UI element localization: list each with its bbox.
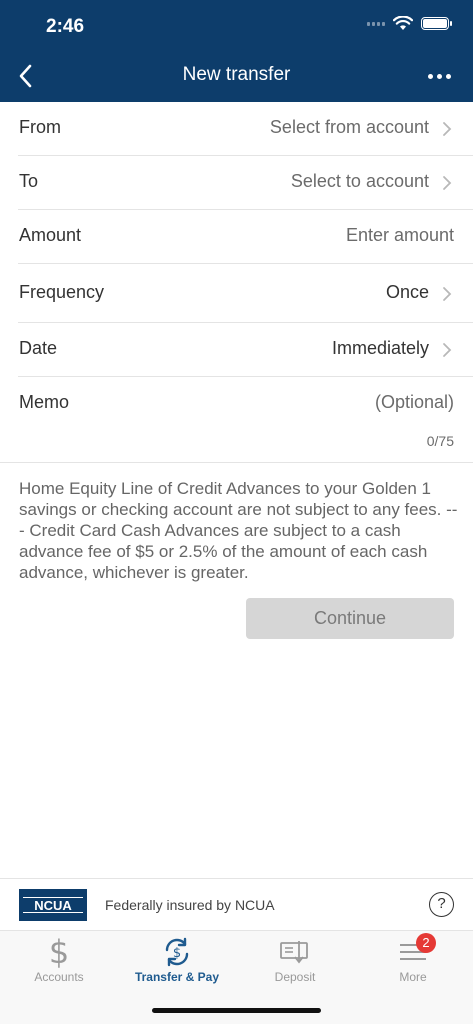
app-header: 2:46 New transfer [0, 0, 473, 102]
continue-button[interactable]: Continue [246, 598, 454, 639]
frequency-value: Once [385, 282, 429, 302]
dollar-icon: $ [48, 933, 70, 971]
svg-text:$: $ [173, 946, 181, 961]
tab-more[interactable]: 2 More [354, 931, 472, 991]
insured-notice: Federally insured by NCUA [105, 897, 275, 913]
frequency-row[interactable]: Frequency Once [18, 264, 473, 323]
to-label: To [19, 171, 39, 191]
memo-character-counter: 0/75 [426, 433, 454, 449]
notification-badge: 2 [416, 933, 436, 953]
frequency-label: Frequency [19, 282, 105, 302]
more-dot-icon [436, 73, 442, 79]
transfer-form: From Select from account To Select to ac… [0, 102, 473, 463]
more-options-button[interactable] [423, 62, 455, 90]
tab-label: Transfer & Pay [134, 970, 220, 984]
amount-row[interactable]: Amount Enter amount [18, 210, 473, 264]
page-title: New transfer [182, 64, 291, 85]
memo-row[interactable]: Memo (Optional) 0/75 [18, 377, 473, 463]
date-value: Immediately [331, 338, 429, 358]
chevron-right-icon [443, 122, 452, 136]
from-account-value: Select from account [269, 117, 429, 137]
status-time: 2:46 [46, 16, 85, 37]
ncua-logo: NCUA [19, 889, 87, 921]
wifi-icon [393, 16, 413, 30]
transfer-pay-icon: $ [118, 935, 236, 969]
home-indicator [152, 1008, 321, 1013]
ncua-footer: NCUA Federally insured by NCUA ? [0, 878, 473, 930]
date-row[interactable]: Date Immediately [18, 323, 473, 377]
memo-label: Memo [19, 392, 70, 412]
cellular-signal-icon [367, 21, 385, 26]
battery-icon [421, 17, 452, 30]
more-dot-icon [445, 73, 451, 79]
date-label: Date [19, 338, 58, 358]
more-dot-icon [427, 73, 433, 79]
amount-input[interactable]: Enter amount [346, 225, 454, 246]
memo-input[interactable]: (Optional) [375, 392, 454, 413]
section-divider [0, 462, 473, 463]
menu-icon [354, 935, 472, 969]
tab-label: More [399, 970, 427, 984]
amount-label: Amount [19, 225, 82, 245]
chevron-right-icon [443, 343, 452, 357]
to-account-row[interactable]: To Select to account [18, 156, 473, 210]
ncua-logo-text: NCUA [23, 897, 83, 913]
fee-disclosure-text: Home Equity Line of Credit Advances to y… [19, 479, 458, 582]
to-account-value: Select to account [290, 171, 429, 191]
tab-accounts[interactable]: $ Accounts [0, 931, 118, 991]
from-label: From [19, 117, 61, 137]
chevron-right-icon [443, 287, 452, 301]
check-deposit-icon [236, 935, 354, 969]
tab-deposit[interactable]: Deposit [236, 931, 354, 991]
tab-label: Deposit [274, 970, 316, 984]
tab-label: Accounts [34, 970, 84, 984]
status-icons [367, 16, 452, 31]
from-account-row[interactable]: From Select from account [18, 102, 473, 156]
chevron-right-icon [443, 176, 452, 190]
help-button[interactable]: ? [429, 892, 454, 917]
tab-transfer-pay[interactable]: $ Transfer & Pay [118, 931, 236, 991]
